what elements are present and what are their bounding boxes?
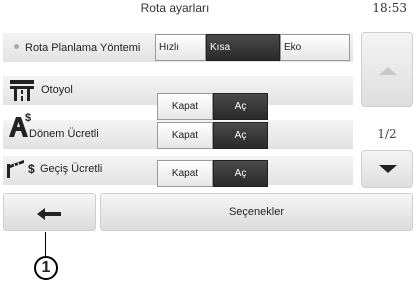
back-button[interactable] xyxy=(3,193,96,231)
period-toll-label: Dönem Ücretli xyxy=(29,128,99,140)
highway-icon xyxy=(7,78,37,107)
arrow-left-icon xyxy=(37,207,61,225)
option-eco-button[interactable]: Eko xyxy=(280,34,350,61)
svg-text:$: $ xyxy=(25,112,31,124)
option-short-button[interactable]: Kısa xyxy=(206,34,280,61)
chevron-up-icon xyxy=(379,67,397,75)
highway-off-button[interactable]: Kapat xyxy=(157,93,213,120)
pass-toll-on-button[interactable]: Aç xyxy=(213,160,268,187)
callout-leader-line xyxy=(45,232,46,256)
pass-toll-off-button[interactable]: Kapat xyxy=(157,160,213,187)
period-toll-off-button[interactable]: Kapat xyxy=(157,122,213,149)
options-button[interactable]: Seçenekler xyxy=(100,193,413,231)
pass-toll-label: Geçiş Ücretli xyxy=(40,163,103,175)
chevron-down-icon xyxy=(379,165,397,173)
option-fast-button[interactable]: Hızlı xyxy=(155,34,206,61)
svg-text:$: $ xyxy=(28,162,35,176)
route-settings-screen: Rota ayarları 18:53 Rota Planlama Yöntem… xyxy=(0,0,417,232)
highway-label: Otoyol xyxy=(41,84,73,96)
period-toll-on-button[interactable]: Aç xyxy=(213,122,268,149)
toll-barrier-icon: $ xyxy=(6,158,40,185)
options-label: Seçenekler xyxy=(228,206,285,218)
page-indicator: 1/2 xyxy=(377,127,397,141)
callout-number: 1 xyxy=(34,256,58,280)
page-title: Rota ayarları xyxy=(140,1,210,15)
scroll-down-button[interactable] xyxy=(361,150,413,188)
route-method-label: Rota Planlama Yöntemi xyxy=(25,42,141,54)
highway-on-button[interactable]: Aç xyxy=(213,93,268,120)
clock: 18:53 xyxy=(372,1,407,15)
bullet-icon xyxy=(14,44,19,49)
scroll-up-button[interactable] xyxy=(361,32,413,107)
